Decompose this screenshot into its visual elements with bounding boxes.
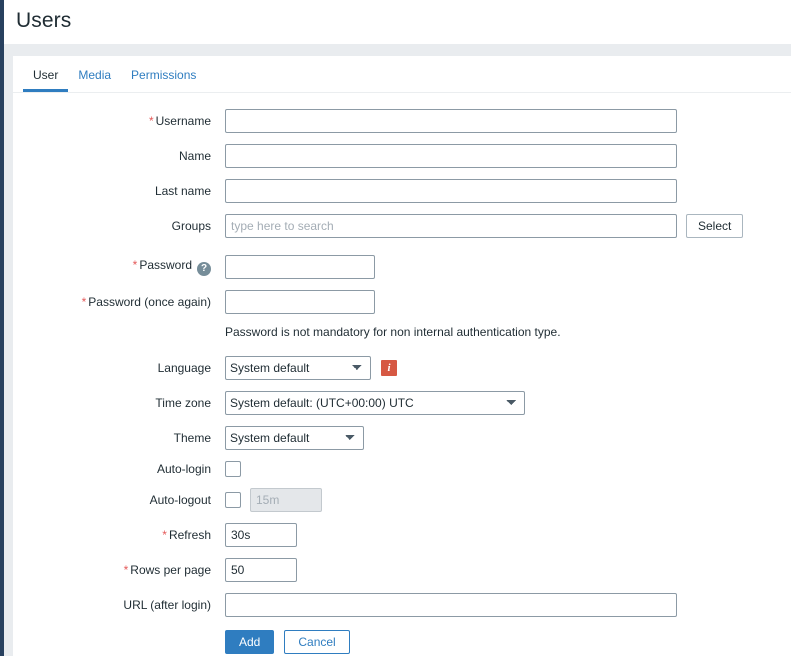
required-marker: * <box>81 295 87 309</box>
add-button[interactable]: Add <box>225 630 275 654</box>
required-marker: * <box>148 114 154 128</box>
field-row-language: Language System default i <box>13 356 791 380</box>
password-input[interactable] <box>225 255 375 279</box>
info-icon[interactable]: i <box>381 360 397 376</box>
field-row-auto-logout: Auto-logout <box>13 488 791 512</box>
tab-permissions[interactable]: Permissions <box>121 68 206 92</box>
user-form-card: User Media Permissions * Username Name L… <box>13 56 791 656</box>
timezone-select[interactable]: System default: (UTC+00:00) UTC <box>225 391 525 415</box>
field-row-password: * Password? <box>13 255 791 279</box>
field-row-url-after-login: URL (after login) <box>13 593 791 617</box>
username-input[interactable] <box>225 109 677 133</box>
field-row-refresh: * Refresh <box>13 523 791 547</box>
url-after-login-input[interactable] <box>225 593 677 617</box>
field-row-groups: Groups Select <box>13 214 791 238</box>
name-input[interactable] <box>225 144 677 168</box>
label-refresh-text: Refresh <box>168 528 211 542</box>
label-rows-per-page-text: Rows per page <box>130 563 211 577</box>
password-hint-text: Password is not mandatory for non intern… <box>225 325 561 339</box>
auto-logout-input <box>250 488 322 512</box>
field-row-timezone: Time zone System default: (UTC+00:00) UT… <box>13 391 791 415</box>
refresh-input[interactable] <box>225 523 297 547</box>
label-username-text: Username <box>155 114 211 128</box>
last-name-input[interactable] <box>225 179 677 203</box>
label-groups: Groups <box>171 219 211 233</box>
password-again-input[interactable] <box>225 290 375 314</box>
label-password-text: Password <box>139 258 192 272</box>
label-refresh: * Refresh <box>13 528 225 542</box>
label-password: * Password? <box>13 258 225 276</box>
required-marker: * <box>132 258 138 272</box>
field-row-rows-per-page: * Rows per page <box>13 558 791 582</box>
required-marker: * <box>162 528 167 542</box>
auto-logout-checkbox[interactable] <box>225 492 241 508</box>
question-mark-icon[interactable]: ? <box>197 262 211 276</box>
label-auto-logout: Auto-logout <box>149 493 211 507</box>
tab-media[interactable]: Media <box>68 68 121 92</box>
field-row-name: Name <box>13 144 791 168</box>
field-row-theme: Theme System default <box>13 426 791 450</box>
user-form: * Username Name Last name Groups type he… <box>13 93 791 654</box>
label-last-name: Last name <box>154 184 211 198</box>
label-timezone: Time zone <box>155 396 211 410</box>
language-select[interactable]: System default <box>225 356 371 380</box>
label-auto-login: Auto-login <box>156 462 211 476</box>
groups-input[interactable] <box>225 214 677 238</box>
groups-select-button[interactable]: Select <box>686 214 744 238</box>
cancel-button[interactable]: Cancel <box>284 630 350 654</box>
label-password-again-text: Password (once again) <box>88 295 211 309</box>
page-title: Users <box>16 9 72 32</box>
field-row-username: * Username <box>13 109 791 133</box>
theme-select[interactable]: System default <box>225 426 364 450</box>
label-language: Language <box>157 361 211 375</box>
field-row-password-again: * Password (once again) <box>13 290 791 314</box>
page-header: Users <box>4 0 791 44</box>
required-marker: * <box>123 563 129 577</box>
tab-user[interactable]: User <box>23 68 69 92</box>
field-row-last-name: Last name <box>13 179 791 203</box>
tab-bar: User Media Permissions <box>13 62 791 93</box>
rows-per-page-input[interactable] <box>225 558 297 582</box>
label-username: * Username <box>13 114 225 128</box>
label-theme: Theme <box>173 431 211 445</box>
label-rows-per-page: * Rows per page <box>13 563 225 577</box>
auto-login-checkbox[interactable] <box>225 461 241 477</box>
label-url-after-login: URL (after login) <box>123 598 211 612</box>
label-name: Name <box>178 149 211 163</box>
password-hint-row: Password is not mandatory for non intern… <box>13 325 791 339</box>
field-row-auto-login: Auto-login <box>13 461 791 477</box>
label-password-again: * Password (once again) <box>13 295 225 309</box>
form-actions: Add Cancel <box>13 630 791 654</box>
app-window: Users User Media Permissions * Username N… <box>0 0 791 656</box>
